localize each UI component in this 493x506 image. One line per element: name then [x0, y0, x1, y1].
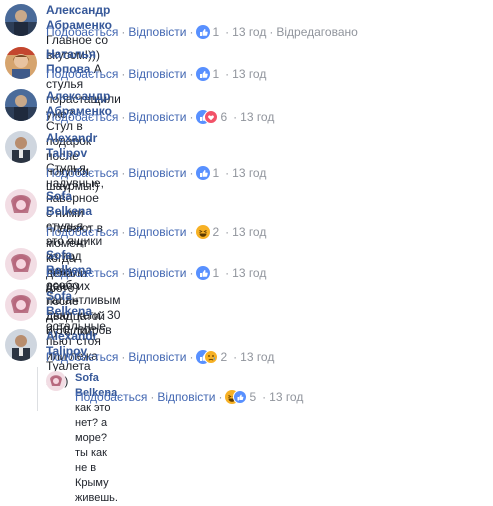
comment-actions: Подобається · Відповісти · 1 · 13 год · Відредаг… [46, 25, 358, 42]
reply-button[interactable]: Відповісти [128, 225, 186, 239]
reply-button[interactable]: Відповісти [128, 110, 186, 124]
avatar[interactable] [5, 47, 37, 79]
reply-thread-line [37, 367, 38, 411]
timestamp[interactable]: 13 год [232, 67, 266, 81]
avatar[interactable] [5, 131, 37, 163]
avatar-photo-icon [5, 329, 37, 361]
comment-actions: Подобається · Відповісти · 2 · 13 год [46, 350, 274, 367]
comment-actions: Подобається · Відповісти · 2 · 13 год [46, 225, 266, 242]
avatar-photo-icon [5, 47, 37, 79]
comment-author[interactable]: Sofa Belkena [46, 189, 92, 218]
like-button[interactable]: Подобається [46, 350, 118, 364]
avatar[interactable] [5, 89, 37, 121]
timestamp[interactable]: 13 год [232, 266, 266, 280]
comment-actions: Подобається · Відповісти · 5 · 13 год [75, 390, 303, 407]
timestamp[interactable]: 13 год [232, 166, 266, 180]
avatar[interactable] [5, 329, 37, 361]
like-reaction-icon[interactable] [196, 67, 211, 84]
avatar-photo-icon [5, 131, 37, 163]
reply-button[interactable]: Відповісти [128, 67, 186, 81]
avatar-photo-icon [5, 289, 37, 321]
timestamp[interactable]: 13 год [240, 350, 274, 364]
reply-button[interactable]: Відповісти [157, 390, 215, 404]
like-love-reaction-icon[interactable] [196, 110, 219, 127]
avatar[interactable] [5, 248, 37, 280]
reaction-count[interactable]: 1 [212, 166, 219, 180]
comment-author[interactable]: Alexandr Talipov [46, 131, 97, 160]
haha-like-reaction-icon[interactable] [225, 390, 248, 407]
like-button[interactable]: Подобається [46, 166, 118, 180]
reply-button[interactable]: Відповісти [128, 166, 186, 180]
reaction-count[interactable]: 2 [220, 350, 227, 364]
reaction-count[interactable]: 6 [220, 110, 227, 124]
avatar[interactable] [46, 371, 66, 391]
like-button[interactable]: Подобається [46, 25, 118, 39]
avatar-photo-icon [5, 248, 37, 280]
timestamp[interactable]: 13 год [269, 390, 303, 404]
reply-button[interactable]: Відповісти [128, 266, 186, 280]
avatar-photo-icon [46, 371, 66, 391]
haha-reaction-icon[interactable] [196, 225, 211, 242]
like-reaction-icon[interactable] [196, 166, 211, 183]
avatar-photo-icon [5, 189, 37, 221]
like-sad-reaction-icon[interactable] [196, 350, 219, 367]
like-button[interactable]: Подобається [46, 110, 118, 124]
comment-author[interactable]: Sofa Belkena [46, 289, 92, 318]
like-reaction-icon[interactable] [196, 25, 211, 42]
reply-button[interactable]: Відповісти [128, 350, 186, 364]
like-button[interactable]: Подобається [75, 390, 147, 404]
reaction-count[interactable]: 5 [249, 390, 256, 404]
reaction-count[interactable]: 1 [212, 25, 219, 39]
reaction-count[interactable]: 2 [212, 225, 219, 239]
comment-actions: Подобається · Відповісти · 1 · 13 год [46, 266, 266, 283]
like-reaction-icon[interactable] [196, 266, 211, 283]
timestamp[interactable]: 13 год [232, 25, 266, 39]
timestamp[interactable]: 13 год [240, 110, 274, 124]
edited-label[interactable]: Відредаговано [276, 25, 357, 39]
comment-actions: Подобається · Відповісти · 1 · 13 год [46, 166, 266, 183]
like-button[interactable]: Подобається [46, 67, 118, 81]
avatar-photo-icon [5, 4, 37, 36]
avatar[interactable] [5, 189, 37, 221]
like-button[interactable]: Подобається [46, 266, 118, 280]
reply-button[interactable]: Відповісти [128, 25, 186, 39]
comment-text: как это нет? а море? ты как не в Крыму ж… [75, 402, 118, 504]
comment-actions: Подобається · Відповісти · 1 · 13 год [46, 67, 266, 84]
like-button[interactable]: Подобається [46, 225, 118, 239]
avatar[interactable] [5, 289, 37, 321]
avatar-photo-icon [5, 89, 37, 121]
comment-actions: Подобається · Відповісти · 6 · 13 год [46, 110, 274, 127]
timestamp[interactable]: 13 год [232, 225, 266, 239]
reaction-count[interactable]: 1 [212, 266, 219, 280]
reaction-count[interactable]: 1 [212, 67, 219, 81]
avatar[interactable] [5, 4, 37, 36]
